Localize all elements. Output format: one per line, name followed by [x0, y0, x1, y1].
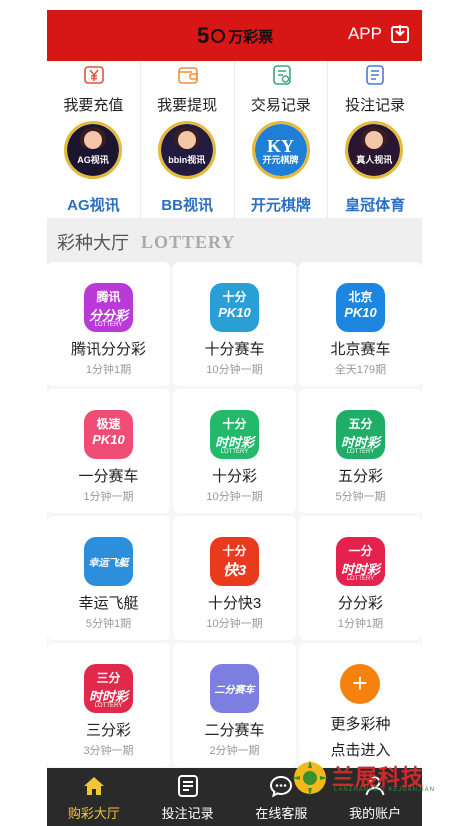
recharge-link[interactable]: 我要充值 [47, 94, 140, 115]
more-line2: 点击进入 [330, 742, 391, 759]
ky-badge: 开元棋牌 [262, 155, 299, 165]
game-card[interactable]: 十分 时时彩 LOTTERY 十分彩 10分钟一期 [173, 389, 296, 513]
quick-col-withdraw: 我要提现 bbin视讯 BB视讯 [141, 61, 235, 218]
lottery-grid: 腾讯 分分彩 LOTTERY 腾讯分分彩 1分钟1期 十分 PK10 十分赛车 10分… [47, 262, 422, 767]
game-name: 一分赛车 [78, 468, 139, 485]
ag-badge: AG视讯 [77, 155, 109, 165]
game-card[interactable]: 幸运飞艇 幸运飞艇 5分钟1期 [47, 516, 170, 640]
lottery-title-en: LOTTERY [141, 231, 236, 252]
app-label: APP [347, 24, 382, 43]
game-name: 二分赛车 [204, 722, 265, 739]
game-period: 2分钟一期 [209, 745, 260, 757]
bb-live-link[interactable]: BB视讯 [141, 194, 234, 215]
game-name: 三分彩 [85, 722, 131, 739]
game-name: 十分快3 [207, 595, 262, 612]
game-period: 全天179期 [334, 364, 387, 376]
game-period: 1分钟1期 [85, 364, 132, 376]
game-card[interactable]: 北京 PK10 北京赛车 全天179期 [299, 262, 422, 386]
game-period: 10分钟一期 [206, 364, 263, 376]
game-card[interactable]: 三分 时时彩 LOTTERY 三分彩 3分钟一期 [47, 643, 170, 767]
lottery-title-cn: 彩种大厅 [57, 233, 129, 253]
quick-col-recharge: 我要充值 AG视讯 AG视讯 [47, 61, 141, 218]
top-header: 5 万彩票 APP [47, 10, 422, 61]
quick-col-transactions: 交易记录 KY 开元棋牌 开元棋牌 [235, 61, 329, 218]
game-period: 10分钟一期 [206, 618, 263, 630]
ten-min-lottery-icon: 十分 时时彩 LOTTERY [210, 410, 259, 459]
three-min-lottery-icon: 三分 时时彩 LOTTERY [84, 664, 133, 713]
tab-label: 购彩大厅 [67, 806, 120, 821]
logo-dot-icon [211, 29, 226, 43]
game-period: 1分钟一期 [83, 491, 134, 503]
tencent-lottery-icon: 腾讯 分分彩 LOTTERY [84, 283, 133, 332]
bet-record-icon[interactable] [364, 64, 386, 86]
tab-lottery-hall[interactable]: 购彩大厅 [47, 768, 141, 826]
transaction-record-icon[interactable] [271, 64, 293, 86]
plus-icon[interactable]: + [340, 664, 380, 704]
live-game-ky[interactable]: KY 开元棋牌 [251, 121, 310, 179]
game-period: 5分钟一期 [335, 491, 386, 503]
download-icon [391, 25, 409, 43]
transactions-link[interactable]: 交易记录 [235, 94, 328, 115]
game-card[interactable]: 一分 时时彩 LOTTERY 分分彩 1分钟1期 [299, 516, 422, 640]
game-card[interactable]: 极速 PK10 一分赛车 1分钟一期 [47, 389, 170, 513]
ten-min-racing-icon: 十分 PK10 [210, 283, 259, 332]
bets-link[interactable]: 投注记录 [328, 94, 422, 115]
ag-live-link[interactable]: AG视讯 [47, 194, 140, 215]
game-name: 幸运飞艇 [78, 595, 139, 612]
one-min-racing-icon: 极速 PK10 [84, 410, 133, 459]
game-period: 5分钟1期 [85, 618, 132, 630]
bb-badge: bbin视讯 [168, 155, 206, 165]
two-min-racing-icon: 二分赛车 [210, 664, 259, 713]
app-download-button[interactable]: APP [348, 24, 410, 44]
crown-sports-link[interactable]: 皇冠体育 [328, 194, 422, 215]
live-game-ag[interactable]: AG视讯 [64, 121, 122, 179]
game-name: 分分彩 [337, 595, 383, 612]
watermark-subtext: LANZHANKEJI KEJUANJIAN [334, 787, 436, 793]
tab-label: 我的账户 [349, 806, 402, 821]
lucky-boat-icon: 幸运飞艇 [84, 537, 133, 586]
tab-bet-records[interactable]: 投注记录 [141, 768, 235, 826]
withdraw-link[interactable]: 我要提现 [141, 94, 234, 115]
bet-record-icon [177, 775, 198, 797]
lottery-section-header: 彩种大厅 LOTTERY [47, 218, 422, 266]
game-period: 1分钟1期 [337, 618, 384, 630]
brand-logo: 5 万彩票 [197, 23, 274, 48]
tab-label: 投注记录 [161, 806, 214, 821]
quick-actions-panel: 我要充值 AG视讯 AG视讯 我要提现 bbin视讯 BB视讯 交易记录 KY … [47, 61, 422, 218]
watermark: 兰展科技 LANZHANKEJI KEJUANJIAN [290, 758, 440, 798]
game-period: 3分钟一期 [83, 745, 134, 757]
game-name: 十分彩 [211, 468, 257, 485]
live-game-crown[interactable]: 真人视讯 [345, 121, 404, 179]
wallet-withdraw-icon[interactable] [177, 64, 199, 86]
yen-recharge-icon[interactable] [83, 64, 105, 86]
beijing-racing-icon: 北京 PK10 [336, 283, 385, 332]
game-period: 10分钟一期 [206, 491, 263, 503]
logo-text: 万彩票 [228, 28, 274, 46]
game-card[interactable]: 十分 PK10 十分赛车 10分钟一期 [173, 262, 296, 386]
game-card[interactable]: 二分赛车 二分赛车 2分钟一期 [173, 643, 296, 767]
tab-label: 在线客服 [255, 806, 308, 821]
one-min-lottery-icon: 一分 时时彩 LOTTERY [336, 537, 385, 586]
game-name: 腾讯分分彩 [70, 341, 146, 358]
game-card[interactable]: 五分 时时彩 LOTTERY 五分彩 5分钟一期 [299, 389, 422, 513]
logo-digit: 5 [197, 23, 210, 48]
home-icon [83, 777, 104, 795]
live-game-bb[interactable]: bbin视讯 [157, 121, 216, 179]
ky-chess-link[interactable]: 开元棋牌 [235, 194, 328, 215]
more-line1: 更多彩种 [330, 716, 391, 733]
game-name: 十分赛车 [204, 341, 265, 358]
game-card[interactable]: 腾讯 分分彩 LOTTERY 腾讯分分彩 1分钟1期 [47, 262, 170, 386]
crown-badge: 真人视讯 [356, 155, 393, 165]
app-frame: 5 万彩票 APP 我要充值 AG视讯 AG视讯 我要提现 bbin视讯 BB视… [47, 10, 422, 826]
ten-min-k3-icon: 十分 快3 [210, 537, 259, 586]
quick-col-bets: 投注记录 真人视讯 皇冠体育 [328, 61, 422, 218]
game-card[interactable]: 十分 快3 十分快3 10分钟一期 [173, 516, 296, 640]
game-name: 五分彩 [337, 468, 383, 485]
watermark-logo-icon [292, 760, 328, 796]
five-min-lottery-icon: 五分 时时彩 LOTTERY [336, 410, 385, 459]
game-name: 北京赛车 [330, 341, 391, 358]
more-lotteries-card[interactable]: + 更多彩种 点击进入 [299, 643, 422, 767]
